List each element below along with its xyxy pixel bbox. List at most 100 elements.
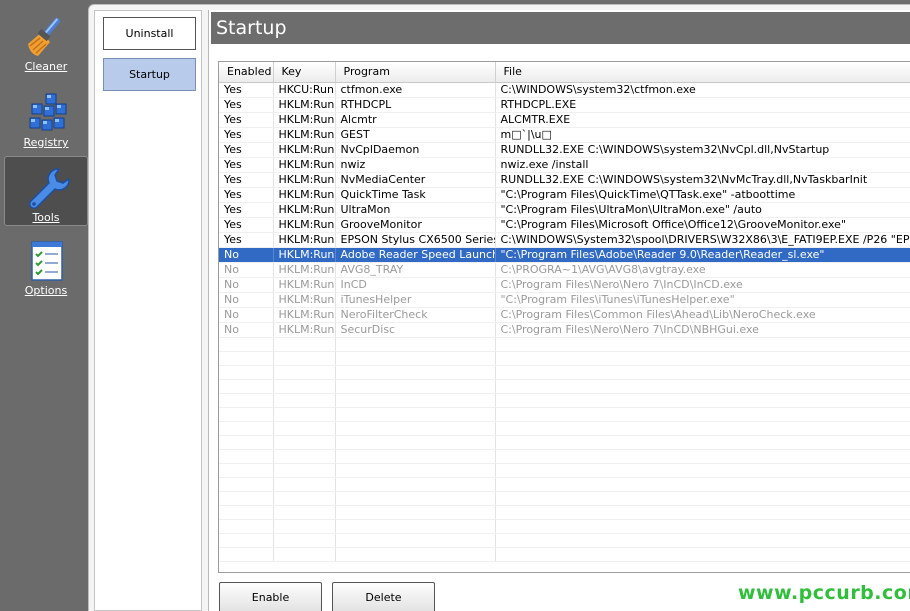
table-row[interactable]: Yes HKLM:Run UltraMon "C:\Program Files\Ult…	[219, 202, 910, 218]
table-row[interactable]: Yes HKLM:Run NvMediaCenter RUNDLL32.EXE C:\…	[219, 172, 910, 188]
table-row[interactable]: No HKLM:Run NeroFilterCheck C:\Program File…	[219, 307, 910, 323]
nav-label: Options	[24, 284, 68, 297]
empty-cell	[273, 421, 336, 436]
empty-row	[219, 379, 910, 394]
cell-enabled: No	[219, 247, 274, 263]
cell-program: ctfmon.exe	[335, 82, 496, 98]
tab-startup[interactable]: Startup	[103, 58, 196, 91]
empty-cell	[495, 337, 910, 352]
empty-cell	[335, 421, 496, 436]
empty-cell	[495, 379, 910, 394]
cell-program: AVG8_TRAY	[335, 262, 496, 278]
table-row[interactable]: No HKLM:Run SecurDisc C:\Program Files\Nero…	[219, 322, 910, 338]
empty-cell	[219, 449, 274, 464]
nav-item-options[interactable]: Options	[4, 230, 88, 300]
column-header-file[interactable]: File	[495, 62, 910, 83]
empty-cell	[495, 477, 910, 492]
empty-cell	[495, 421, 910, 436]
cell-key: HKLM:Run	[273, 217, 336, 233]
empty-cell	[495, 365, 910, 380]
table-row[interactable]: Yes HKLM:Run Alcmtr ALCMTR.EXE	[219, 112, 910, 128]
startup-list[interactable]: Enabled Key Program File Yes HKCU:Run ctfm…	[218, 61, 910, 573]
empty-cell	[495, 533, 910, 548]
empty-cell	[335, 477, 496, 492]
enable-button[interactable]: Enable	[219, 582, 322, 611]
delete-button[interactable]: Delete	[332, 582, 435, 611]
table-row[interactable]: No HKLM:Run InCD C:\Program Files\Nero\Nero…	[219, 277, 910, 293]
cell-enabled: No	[219, 277, 274, 293]
cell-program: NeroFilterCheck	[335, 307, 496, 323]
table-row[interactable]: Yes HKLM:Run EPSON Stylus CX6500 Series C:\…	[219, 232, 910, 248]
empty-cell	[495, 449, 910, 464]
empty-cell	[219, 505, 274, 520]
empty-cell	[335, 547, 496, 562]
empty-cell	[219, 351, 274, 366]
tab-uninstall[interactable]: Uninstall	[103, 17, 196, 50]
cell-key: HKLM:Run	[273, 262, 336, 278]
cell-enabled: Yes	[219, 97, 274, 113]
cell-enabled: No	[219, 307, 274, 323]
cell-file: C:\Program Files\Nero\Nero 7\InCD\InCD.e…	[495, 277, 910, 293]
cell-key: HKLM:Run	[273, 277, 336, 293]
cell-program: GrooveMonitor	[335, 217, 496, 233]
cell-enabled: Yes	[219, 112, 274, 128]
cell-program: Alcmtr	[335, 112, 496, 128]
cell-enabled: Yes	[219, 142, 274, 158]
cell-file: "C:\Program Files\iTunes\iTunesHelper.ex…	[495, 292, 910, 308]
empty-cell	[495, 393, 910, 408]
empty-cell	[335, 533, 496, 548]
cell-program: QuickTime Task	[335, 187, 496, 203]
nav-item-cleaner[interactable]: Cleaner	[4, 6, 88, 76]
table-row[interactable]: Yes HKLM:Run nwiz nwiz.exe /install	[219, 157, 910, 173]
table-row[interactable]: No HKLM:Run AVG8_TRAY C:\PROGRA~1\AVG\AVG8\…	[219, 262, 910, 278]
startup-content: Startup Enabled Key Program File Yes HKCU…	[208, 10, 910, 611]
empty-cell	[273, 491, 336, 506]
table-row[interactable]: No HKLM:Run iTunesHelper "C:\Program Files\…	[219, 292, 910, 308]
cell-key: HKLM:Run	[273, 172, 336, 188]
table-row[interactable]: Yes HKLM:Run NvCplDaemon RUNDLL32.EXE C:\WI…	[219, 142, 910, 158]
empty-cell	[495, 491, 910, 506]
empty-row	[219, 393, 910, 408]
nav-label: Registry	[23, 136, 69, 149]
column-header-program[interactable]: Program	[335, 62, 496, 83]
column-header-key[interactable]: Key	[273, 62, 336, 83]
empty-cell	[495, 351, 910, 366]
cell-key: HKLM:Run	[273, 232, 336, 248]
empty-cell	[273, 407, 336, 422]
empty-cell	[273, 505, 336, 520]
empty-cell	[219, 547, 274, 562]
nav-item-tools[interactable]: Tools	[4, 156, 88, 226]
empty-cell	[335, 393, 496, 408]
empty-cell	[219, 337, 274, 352]
column-header-enabled[interactable]: Enabled	[219, 62, 274, 83]
empty-row	[219, 547, 910, 562]
cell-key: HKCU:Run	[273, 82, 336, 98]
nav-item-registry[interactable]: Registry	[4, 82, 88, 152]
cell-key: HKLM:Run	[273, 112, 336, 128]
empty-cell	[273, 519, 336, 534]
cell-enabled: No	[219, 262, 274, 278]
empty-cell	[495, 435, 910, 450]
empty-cell	[219, 365, 274, 380]
empty-cell	[219, 477, 274, 492]
empty-cell	[273, 393, 336, 408]
empty-cell	[495, 407, 910, 422]
empty-cell	[335, 407, 496, 422]
table-row[interactable]: Yes HKCU:Run ctfmon.exe C:\WINDOWS\system32…	[219, 82, 910, 98]
table-row[interactable]: No HKLM:Run Adobe Reader Speed Launcher "C:…	[219, 247, 910, 263]
empty-cell	[219, 421, 274, 436]
empty-cell	[219, 407, 274, 422]
empty-cell	[335, 351, 496, 366]
table-row[interactable]: Yes HKLM:Run GEST m□`|\u□	[219, 127, 910, 143]
table-header-row: Enabled Key Program File	[219, 62, 910, 83]
cell-program: nwiz	[335, 157, 496, 173]
cell-enabled: Yes	[219, 202, 274, 218]
table-row[interactable]: Yes HKLM:Run GrooveMonitor "C:\Program File…	[219, 217, 910, 233]
empty-row	[219, 421, 910, 436]
cell-key: HKLM:Run	[273, 202, 336, 218]
table-row[interactable]: Yes HKLM:Run RTHDCPL RTHDCPL.EXE	[219, 97, 910, 113]
table-row[interactable]: Yes HKLM:Run QuickTime Task "C:\Program Fil…	[219, 187, 910, 203]
empty-cell	[219, 519, 274, 534]
empty-cell	[219, 463, 274, 478]
empty-cell	[495, 547, 910, 562]
